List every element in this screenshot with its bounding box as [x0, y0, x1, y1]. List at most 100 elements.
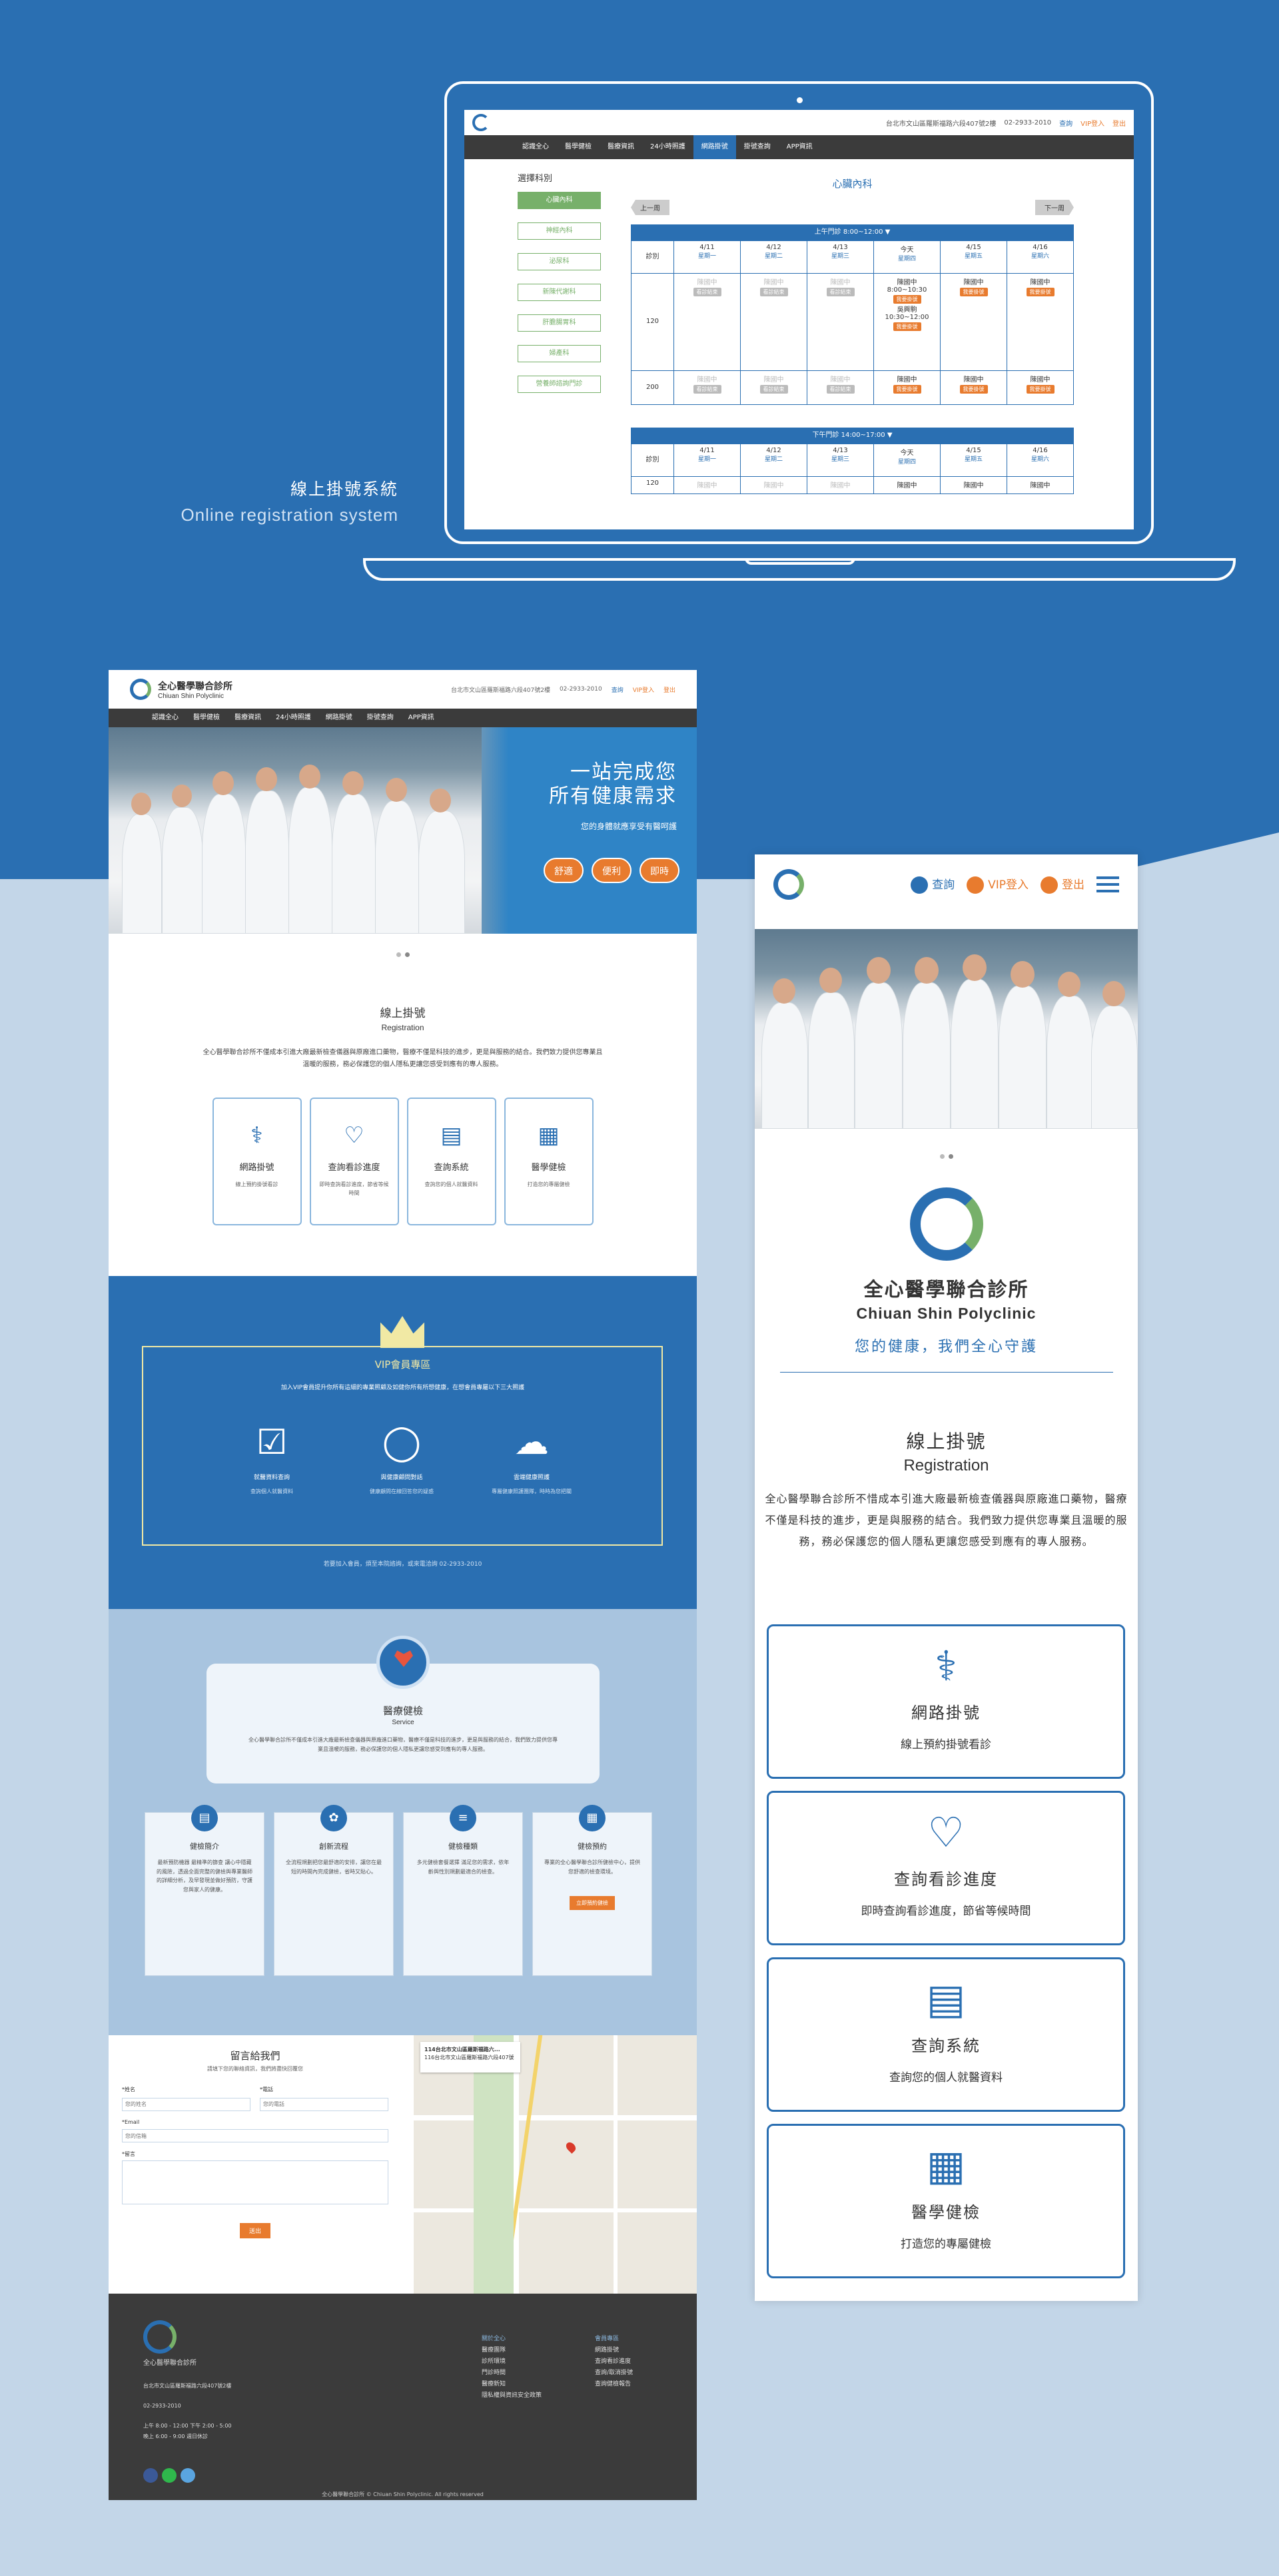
- footer-link[interactable]: 查詢看診進度: [595, 2356, 633, 2368]
- day-header: 4/11 星期一: [674, 444, 741, 477]
- feature-card-progress[interactable]: ♡ 查詢看診進度 即時查詢看診進度，節省等候時間: [309, 1098, 399, 1225]
- logo-icon[interactable]: [130, 679, 151, 700]
- laptop-header: 台北市文山區羅斯福路六段407號2樓 02-2933-2010 查詢 VIP登入…: [464, 110, 1134, 135]
- nav-item[interactable]: 24小時照護: [642, 135, 693, 159]
- feature-card-checkup[interactable]: ▦ 醫學健檢 打造您的專屬健檢: [504, 1098, 594, 1225]
- desktop-page: 全心醫學聯合診所 Chiuan Shin Polyclinic 台北市文山區羅斯福…: [109, 670, 697, 2500]
- service-card[interactable]: ✿ 創新流程 全流程規劃把您最舒適的安排，讓您在最短的時間內完成健檢，省時又貼心。: [274, 1805, 394, 1976]
- book-button[interactable]: 我要掛號: [959, 385, 988, 394]
- map[interactable]: 114台北市文山區羅斯福路六... 116台北市文山區羅斯福路六段407號: [414, 2035, 697, 2294]
- nav-item[interactable]: 認識全心: [514, 135, 557, 159]
- footer-link[interactable]: 門診時間: [482, 2368, 542, 2379]
- search-link[interactable]: 查詢: [1059, 118, 1072, 128]
- logout-link[interactable]: 登出: [663, 685, 675, 694]
- morning-bar[interactable]: 上午門診 8:00~12:00 ▼: [631, 224, 1074, 240]
- footer-link[interactable]: 隱私權與資訊安全政策: [482, 2390, 542, 2402]
- phone-field[interactable]: [260, 2097, 388, 2111]
- nav-item[interactable]: 認識全心: [145, 709, 186, 727]
- logout-link[interactable]: 登出: [1112, 118, 1126, 128]
- email-field[interactable]: [122, 2129, 388, 2142]
- feature-card-registration[interactable]: ⚕ 網路掛號 線上預約掛號看診: [212, 1098, 302, 1225]
- book-button[interactable]: 我要掛號: [1026, 385, 1055, 394]
- book-button[interactable]: 我要掛號: [893, 322, 921, 331]
- service-card[interactable]: ≡ 健檢種類 多元健檢套餐選擇 滿足您的需求，依年齡與性別規劃最適合的檢查。: [403, 1805, 523, 1976]
- contact-form: 留言給我們 請填下您的聯絡資訊，我們將盡快回覆您 *姓名 *電話 *Email …: [122, 2049, 388, 2238]
- book-checkup-button[interactable]: 立即預約健檢: [570, 1896, 615, 1911]
- week-pager: 上一周 下一周: [631, 200, 1074, 215]
- nav-item[interactable]: 醫學健檢: [186, 709, 227, 727]
- main-nav: 認識全心 醫學健檢 醫療資訊 24小時照護 網路掛號 掛號查詢 APP資訊: [464, 135, 1134, 159]
- footer: 全心醫學聯合診所 台北市文山區羅斯福路六段407號2樓 02-2933-2010…: [109, 2294, 697, 2500]
- feature-card-registration[interactable]: ⚕ 網路掛號 線上預約掛號看診: [767, 1624, 1125, 1779]
- send-button[interactable]: 送出: [239, 2223, 270, 2238]
- book-button[interactable]: 我要掛號: [959, 288, 988, 296]
- name-field[interactable]: [122, 2097, 250, 2111]
- day-header: 今天 星期四: [874, 241, 941, 274]
- department-item[interactable]: 婦產科: [518, 345, 601, 362]
- prev-week-button[interactable]: 上一周: [631, 200, 669, 215]
- footer-link[interactable]: 醫療團隊: [482, 2345, 542, 2356]
- footer-link[interactable]: 查詢/取消掛號: [595, 2368, 633, 2379]
- feature-card-checkup[interactable]: ▦ 醫學健檢 打造您的專屬健檢: [767, 2124, 1125, 2278]
- crown-icon: [967, 876, 985, 894]
- map-pin-icon: [564, 2140, 578, 2154]
- carousel-dot[interactable]: [396, 952, 401, 957]
- nav-item[interactable]: APP資訊: [401, 709, 442, 727]
- carousel-dot[interactable]: [948, 1154, 953, 1159]
- message-field[interactable]: [122, 2160, 388, 2204]
- registration-desc: 全心醫學聯合診所不僅成本引進大廠最新檢查儀器與原廠進口藥物，醫療不僅是科技的進步…: [203, 1049, 603, 1068]
- next-week-button[interactable]: 下一周: [1035, 200, 1074, 215]
- feature-card-query[interactable]: ▤ 查詢系統 查詢您的個人就醫資料: [767, 1957, 1125, 2112]
- department-item[interactable]: 肝膽腸胃科: [518, 314, 601, 332]
- nav-item[interactable]: 掛號查詢: [360, 709, 401, 727]
- nav-item[interactable]: 醫學健檢: [557, 135, 600, 159]
- day-header: 4/13 星期三: [807, 444, 874, 477]
- email-icon[interactable]: [181, 2468, 195, 2483]
- search-link[interactable]: 查詢: [911, 875, 955, 894]
- vip-items: ☑ 就醫資料查詢 查詢個人就醫資料 ◯ 與健康顧問對話 健康顧問在線回答您的疑惑 ☁ 雲端…: [222, 1419, 582, 1495]
- footer-link[interactable]: 醫療新知: [482, 2379, 542, 2390]
- footer-link[interactable]: 查詢健檢報告: [595, 2379, 633, 2390]
- department-item[interactable]: 新陳代謝科: [518, 284, 601, 301]
- carousel-dot[interactable]: [404, 952, 410, 957]
- hamburger-menu-icon[interactable]: [1096, 876, 1119, 892]
- department-item[interactable]: 神經內科: [518, 222, 601, 240]
- phone: 02-2933-2010: [1004, 119, 1052, 127]
- book-button[interactable]: 我要掛號: [893, 385, 921, 394]
- nav-item[interactable]: 網路掛號: [318, 709, 360, 727]
- nav-item[interactable]: 24小時照護: [268, 709, 318, 727]
- nav-item-active[interactable]: 網路掛號: [693, 135, 736, 159]
- feature-card-progress[interactable]: ♡ 查詢看診進度 即時查詢看診進度，節省等候時間: [767, 1791, 1125, 1945]
- search-link[interactable]: 查詢: [612, 685, 624, 694]
- footer-link[interactable]: 診所環境: [482, 2356, 542, 2368]
- carousel-dot[interactable]: [939, 1154, 945, 1159]
- line-icon[interactable]: [162, 2468, 177, 2483]
- clipboard-icon: ▤: [926, 1975, 966, 2023]
- department-item[interactable]: 泌尿科: [518, 253, 601, 270]
- nav-item[interactable]: 醫療資訊: [600, 135, 642, 159]
- logo-icon[interactable]: [773, 869, 804, 900]
- service-card[interactable]: ▦ 健檢預約 專業的全心醫學聯合診所健檢中心，提供您舒適的檢查環境。 立即預約健檢: [532, 1805, 652, 1976]
- facebook-icon[interactable]: [143, 2468, 158, 2483]
- slot-cell: 陳國中 我要掛號: [1007, 371, 1074, 405]
- department-item[interactable]: 營養師諮詢門診: [518, 376, 601, 393]
- book-button[interactable]: 我要掛號: [1026, 288, 1055, 296]
- vip-item[interactable]: ☁ 雲端健康照護 專屬健康照護團隊，時時為您把關: [482, 1419, 582, 1495]
- vip-login-link[interactable]: VIP登入: [967, 875, 1029, 894]
- logout-link[interactable]: 登出: [1041, 875, 1084, 894]
- afternoon-bar[interactable]: 下午門診 14:00~17:00 ▼: [631, 428, 1074, 444]
- footer-link[interactable]: 網路掛號: [595, 2345, 633, 2356]
- service-card[interactable]: ▤ 健檢簡介 最新預防機器 最精準的篩查 讓心中隱藏的風險，透過全面完整的健檢與專業…: [145, 1805, 264, 1976]
- vip-item[interactable]: ◯ 與健康顧問對話 健康顧問在線回答您的疑惑: [352, 1419, 452, 1495]
- vip-item[interactable]: ☑ 就醫資料查詢 查詢個人就醫資料: [222, 1419, 322, 1495]
- book-button[interactable]: 我要掛號: [893, 295, 921, 304]
- logo-icon[interactable]: [472, 114, 490, 131]
- nav-item[interactable]: 醫療資訊: [227, 709, 268, 727]
- vip-login-link[interactable]: VIP登入: [1080, 118, 1104, 128]
- department-item-active[interactable]: 心臟內科: [518, 192, 601, 209]
- nav-item[interactable]: APP資訊: [779, 135, 821, 159]
- vip-login-link[interactable]: VIP登入: [633, 685, 654, 694]
- feature-card-query[interactable]: ▤ 查詢系統 查詢您的個人就醫資料: [406, 1098, 496, 1225]
- nav-item[interactable]: 掛號查詢: [736, 135, 779, 159]
- heart-hand-icon: [376, 1636, 430, 1689]
